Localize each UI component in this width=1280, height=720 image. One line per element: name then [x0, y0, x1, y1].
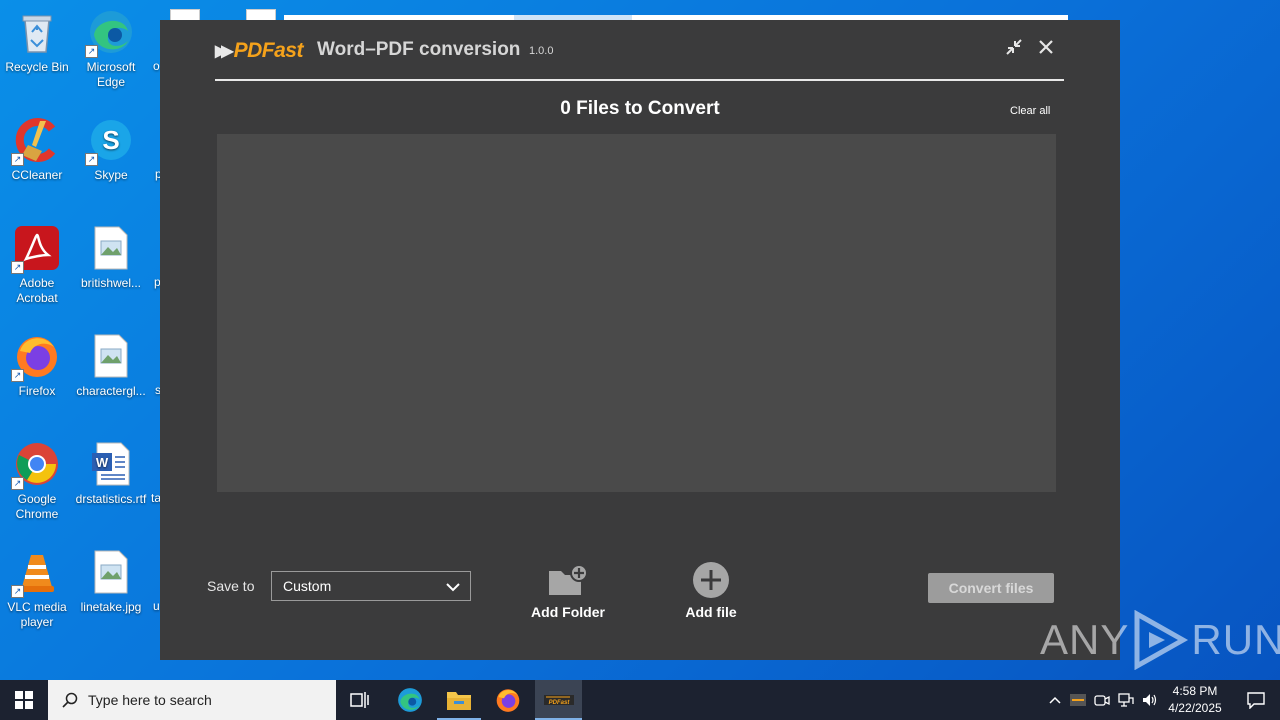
- edge-icon: [398, 688, 422, 712]
- chevron-down-icon: [446, 583, 460, 592]
- notification-icon: [1247, 692, 1265, 709]
- chrome-icon: ↗: [11, 440, 61, 490]
- desktop-icon-label: VLC media player: [7, 600, 67, 629]
- app-logo: ▶▶ PDFast: [215, 38, 303, 64]
- desktop-icon-firefox[interactable]: ↗ Firefox: [1, 332, 73, 399]
- notifications-button[interactable]: [1236, 680, 1276, 720]
- desktop-icon-skype[interactable]: S ↗ Skype: [75, 116, 147, 183]
- plus-circle-icon: [693, 562, 729, 598]
- desktop-icon-microsoft-edge[interactable]: ↗ Microsoft Edge: [75, 8, 147, 90]
- task-view-icon: [350, 692, 369, 708]
- desktop-icon-label: britishwel...: [80, 276, 142, 290]
- desktop-icon-label: Skype: [94, 168, 128, 182]
- taskbar-clock[interactable]: 4:58 PM 4/22/2025: [1160, 683, 1230, 717]
- anyrun-watermark: ANY RUN: [1040, 610, 1280, 670]
- image-file-icon: [87, 548, 135, 596]
- desktop-icon-label: CCleaner: [11, 168, 63, 182]
- close-icon: [1039, 40, 1053, 54]
- minimize-button[interactable]: [1003, 36, 1025, 58]
- taskbar-edge[interactable]: [388, 680, 432, 720]
- pdfast-window: ▶▶ PDFast Word–PDF conversion 1.0.0 0 Fi…: [160, 20, 1120, 660]
- logo-arrows-icon: ▶▶: [215, 43, 233, 60]
- desktop-icon-recycle-bin[interactable]: Recycle Bin: [1, 8, 73, 75]
- clock-date: 4/22/2025: [1168, 701, 1222, 715]
- desktop-icon-label: Adobe Acrobat: [16, 276, 58, 305]
- svg-text:PDFast: PDFast: [548, 700, 570, 706]
- taskbar: Type here to search PDFast 4:58 PM 4/22/…: [0, 680, 1280, 720]
- folder-icon: [447, 692, 471, 710]
- search-icon: [62, 692, 78, 708]
- close-button[interactable]: [1035, 36, 1057, 58]
- start-button[interactable]: [0, 680, 48, 720]
- save-to-label: Save to: [207, 578, 255, 594]
- app-title: Word–PDF conversion: [317, 39, 521, 60]
- svg-text:S: S: [102, 125, 119, 155]
- volume-icon[interactable]: [1138, 693, 1162, 707]
- desktop-icon-label: Google Chrome: [15, 492, 59, 521]
- word-document-icon: W: [87, 440, 135, 488]
- desktop-icon-vlc[interactable]: ↗ VLC media player: [1, 548, 73, 630]
- clock-time: 4:58 PM: [1172, 684, 1218, 698]
- acrobat-icon: ↗: [11, 224, 61, 274]
- task-view-button[interactable]: [338, 680, 382, 720]
- system-tray: [1044, 680, 1162, 720]
- pdfast-app-icon: PDFast: [543, 695, 574, 706]
- svg-text:W: W: [96, 455, 109, 470]
- taskbar-search-box[interactable]: Type here to search: [48, 680, 336, 720]
- desktop-icon-label: Firefox: [18, 384, 56, 398]
- collapse-icon: [1006, 39, 1022, 55]
- folder-add-icon: [549, 564, 588, 595]
- skype-icon: S ↗: [85, 116, 135, 166]
- watermark-left-text: ANY: [1040, 616, 1130, 663]
- desktop-icon-label: drstatistics.rtf: [75, 492, 147, 506]
- play-logo-icon: [1134, 610, 1189, 670]
- desktop-icon-label: Microsoft Edge: [86, 60, 136, 89]
- desktop-icon-adobe-acrobat[interactable]: ↗ Adobe Acrobat: [1, 224, 73, 306]
- desktop-icon-ccleaner[interactable]: ↗ CCleaner: [1, 116, 73, 183]
- desktop-icon-google-chrome[interactable]: ↗ Google Chrome: [1, 440, 73, 522]
- firefox-icon: [496, 689, 520, 712]
- meet-now-icon[interactable]: [1090, 693, 1114, 707]
- partial-desktop-label: o: [153, 59, 160, 73]
- desktop-icon-label: charactergl...: [76, 384, 146, 398]
- desktop-icon-label: linetake.jpg: [80, 600, 142, 614]
- windows-logo-icon: [15, 691, 33, 709]
- files-count-heading: 0 Files to Convert: [560, 98, 720, 119]
- add-file-button[interactable]: Add file: [656, 560, 766, 620]
- desktop-icon-file-charactergl[interactable]: charactergl...: [75, 332, 147, 399]
- desktop-icon-file-linetake[interactable]: linetake.jpg: [75, 548, 147, 615]
- firefox-icon: ↗: [11, 332, 61, 382]
- network-icon[interactable]: [1114, 693, 1138, 707]
- app-header: ▶▶ PDFast Word–PDF conversion 1.0.0: [215, 20, 1064, 81]
- add-folder-label: Add Folder: [531, 604, 605, 620]
- convert-files-button[interactable]: Convert files: [928, 573, 1054, 603]
- desktop-icon-label: Recycle Bin: [5, 60, 69, 74]
- taskbar-firefox[interactable]: [486, 680, 530, 720]
- add-folder-button[interactable]: Add Folder: [513, 560, 623, 620]
- save-to-value: Custom: [283, 578, 332, 594]
- image-file-icon: [87, 332, 135, 380]
- watermark-right-text: RUN: [1191, 616, 1280, 663]
- edge-icon: ↗: [85, 8, 135, 58]
- add-file-label: Add file: [685, 604, 737, 620]
- search-placeholder: Type here to search: [88, 692, 212, 708]
- ccleaner-icon: ↗: [11, 116, 61, 166]
- image-file-icon: [87, 224, 135, 272]
- partial-desktop-label: u: [153, 599, 160, 613]
- desktop-icon-file-drstatistics[interactable]: W drstatistics.rtf: [75, 440, 147, 507]
- logo-text: PDFast: [233, 39, 304, 62]
- vlc-icon: ↗: [11, 548, 61, 598]
- taskbar-pdfast[interactable]: PDFast: [535, 680, 582, 720]
- tray-app-icon[interactable]: [1066, 694, 1090, 706]
- app-version: 1.0.0: [529, 45, 554, 57]
- chevron-up-icon[interactable]: [1044, 696, 1066, 704]
- clear-all-button[interactable]: Clear all: [1010, 105, 1050, 117]
- file-drop-area[interactable]: [217, 134, 1056, 492]
- desktop-icon-file-britishwel[interactable]: britishwel...: [75, 224, 147, 291]
- recycle-bin-icon: [13, 8, 61, 56]
- taskbar-file-explorer[interactable]: [437, 680, 481, 720]
- save-to-dropdown[interactable]: Custom: [271, 571, 471, 601]
